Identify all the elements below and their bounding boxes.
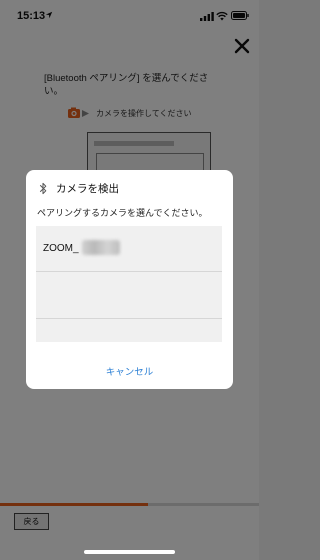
bluetooth-icon xyxy=(39,182,47,195)
camera-detect-dialog: カメラを検出 ペアリングするカメラを選んでください。 ZOOM_ キャンセル xyxy=(26,170,233,389)
home-indicator xyxy=(84,550,175,554)
dialog-header: カメラを検出 xyxy=(38,181,119,196)
dialog-title: カメラを検出 xyxy=(56,183,119,195)
camera-list-item-empty xyxy=(36,273,222,319)
cancel-button[interactable]: キャンセル xyxy=(26,364,233,378)
camera-list-item[interactable]: ZOOM_ xyxy=(36,226,222,272)
redacted-serial xyxy=(82,240,120,255)
dialog-subtitle: ペアリングするカメラを選んでください。 xyxy=(37,208,208,218)
camera-name: ZOOM_ xyxy=(43,243,79,254)
camera-list: ZOOM_ xyxy=(36,226,222,342)
